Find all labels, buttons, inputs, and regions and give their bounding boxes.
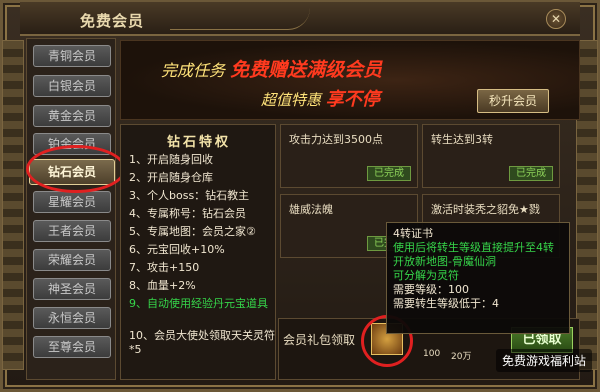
banner-line-2-highlight: 享不停: [325, 89, 380, 110]
title-bar: 免费会员 ✕: [20, 2, 580, 36]
task-label: 转生达到3转: [431, 133, 493, 146]
banner-line-1: 完成任务 免费赠送满级会员: [161, 55, 382, 82]
banner-line-2-prefix: 超值特惠: [261, 91, 322, 109]
sidebar-item-sacred[interactable]: 神圣会员: [33, 278, 111, 300]
dragon-border-left: [2, 40, 24, 370]
tooltip-line: 可分解为灵符: [393, 269, 459, 282]
sidebar-item-bronze[interactable]: 青铜会员: [33, 45, 111, 67]
membership-sidebar: 青铜会员 白银会员 黄金会员 铂金会员 钻石会员 星耀会员 王者会员 荣耀会员 …: [26, 38, 116, 380]
task-label: 雄威法魄: [289, 203, 333, 216]
sidebar-item-silver[interactable]: 白银会员: [33, 75, 111, 97]
promo-banner: 完成任务 免费赠送满级会员 超值特惠 享不停 秒升会员: [120, 40, 580, 120]
gift-label: 会员礼包领取: [283, 333, 356, 347]
task-label: 激活时装秃之貂免★戮: [431, 203, 540, 216]
sidebar-item-supreme[interactable]: 至尊会员: [33, 336, 111, 358]
close-icon[interactable]: ✕: [546, 9, 566, 29]
task-card-attack: 攻击力达到3500点 已完成: [280, 124, 418, 188]
perk-item: 8、血量+2%: [129, 279, 196, 292]
tooltip-line: 使用后将转生等级直接提升至4转: [393, 241, 554, 254]
task-done-badge: 已完成: [509, 166, 553, 181]
watermark: 免费游戏福利站: [495, 349, 592, 372]
highlight-ring-diamond: [26, 145, 126, 193]
sidebar-item-glory[interactable]: 荣耀会员: [33, 249, 111, 271]
perk-item: 2、开启随身仓库: [129, 171, 213, 184]
perk-item-highlighted: 9、自动使用经验丹元宝道具: [129, 297, 268, 310]
tooltip-line: 开放新地图-骨魔仙洞: [393, 255, 496, 268]
banner-line-1-highlight: 免费赠送满级会员: [230, 59, 383, 81]
perk-item: 3、个人boss：钻石教主: [129, 189, 250, 202]
task-done-badge: 已完成: [367, 166, 411, 181]
task-card-rebirth: 转生达到3转 已完成: [422, 124, 560, 188]
sidebar-item-eternal[interactable]: 永恒会员: [33, 307, 111, 329]
tooltip-line: 需要等级：100: [393, 283, 469, 296]
item-tooltip: 4转证书 使用后将转生等级直接提升至4转 开放新地图-骨魔仙洞 可分解为灵符 需…: [386, 222, 570, 334]
perks-panel: 钻石特权 1、开启随身回收 2、开启随身仓库 3、个人boss：钻石教主 4、专…: [120, 124, 276, 380]
perk-item: 10、会员大使处领取天关灵符*5: [129, 329, 275, 356]
banner-line-2: 超值特惠 享不停: [261, 85, 380, 111]
perk-item: 1、开启随身回收: [129, 153, 213, 166]
perks-title: 钻石特权: [166, 135, 231, 150]
tooltip-line: 需要转生等级低于：4: [393, 297, 499, 310]
banner-line-1-prefix: 完成任务: [161, 61, 226, 80]
tooltip-title: 4转证书: [393, 227, 433, 240]
title-ornament: [170, 8, 310, 30]
task-label: 攻击力达到3500点: [289, 133, 383, 146]
window-title: 免费会员: [80, 12, 145, 30]
reward-count: 20万: [451, 352, 472, 362]
sidebar-item-king[interactable]: 王者会员: [33, 220, 111, 242]
perk-item: 6、元宝回收+10%: [129, 243, 225, 256]
sidebar-item-star[interactable]: 星耀会员: [33, 191, 111, 213]
sidebar-item-gold[interactable]: 黄金会员: [33, 105, 111, 127]
perk-item: 4、专属称号：钻石会员: [129, 207, 246, 220]
perk-item: 7、攻击+150: [129, 261, 200, 274]
reward-count: 100: [423, 349, 441, 359]
perk-item: 5、专属地图：会员之家②: [129, 225, 256, 238]
upgrade-member-button[interactable]: 秒升会员: [477, 89, 549, 113]
